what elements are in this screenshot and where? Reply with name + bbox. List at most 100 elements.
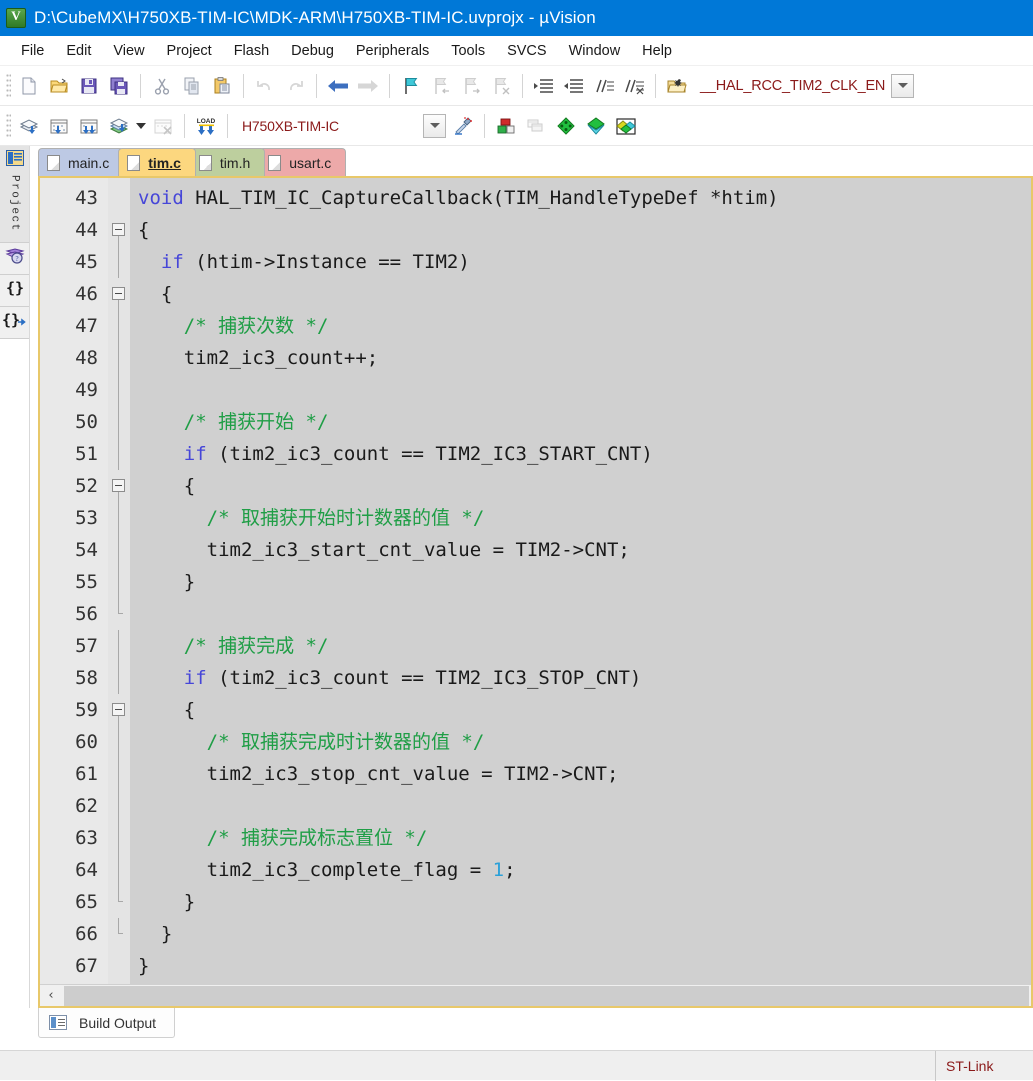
code-line[interactable]: if (tim2_ic3_count == TIM2_IC3_STOP_CNT) (130, 662, 1031, 694)
translate-icon[interactable] (14, 111, 44, 141)
target-options-icon[interactable] (448, 111, 478, 141)
code-line[interactable]: } (130, 886, 1031, 918)
tab-build-output[interactable]: Build Output (38, 1008, 175, 1038)
code-line[interactable]: { (130, 214, 1031, 246)
uncomment-icon[interactable] (619, 71, 649, 101)
toolbar-grip[interactable] (6, 73, 11, 99)
rebuild-all-icon[interactable] (74, 111, 104, 141)
comment-icon[interactable] (589, 71, 619, 101)
code-line[interactable]: tim2_ic3_complete_flag = 1; (130, 854, 1031, 886)
fold-marker[interactable] (108, 278, 130, 310)
previous-bookmark-icon[interactable] (426, 71, 456, 101)
line-number: 46 (40, 278, 108, 310)
navigate-back-icon[interactable] (323, 71, 353, 101)
tab-tim-c[interactable]: tim.c (118, 148, 196, 176)
code-text-area[interactable]: void HAL_TIM_IC_CaptureCallback(TIM_Hand… (130, 178, 1031, 984)
code-line[interactable]: void HAL_TIM_IC_CaptureCallback(TIM_Hand… (130, 182, 1031, 214)
target-combo[interactable]: H750XB-TIM-IC (238, 113, 448, 139)
open-file-icon[interactable] (44, 71, 74, 101)
tab-main-c[interactable]: main.c (38, 148, 124, 176)
code-line[interactable] (130, 790, 1031, 822)
code-line[interactable]: { (130, 278, 1031, 310)
chevron-down-icon[interactable] (423, 114, 446, 138)
code-line[interactable]: /* 捕获开始 */ (130, 406, 1031, 438)
menu-view[interactable]: View (102, 40, 155, 62)
line-number: 50 (40, 406, 108, 438)
cut-icon[interactable] (147, 71, 177, 101)
code-line[interactable]: } (130, 950, 1031, 982)
multi-project-icon[interactable] (521, 111, 551, 141)
pack-installer-icon[interactable] (551, 111, 581, 141)
redo-icon[interactable] (280, 71, 310, 101)
build-target-icon[interactable] (44, 111, 74, 141)
code-line[interactable]: if (htim->Instance == TIM2) (130, 246, 1031, 278)
undo-icon[interactable] (250, 71, 280, 101)
code-editor[interactable]: 4344454647484950515253545556575859606162… (38, 176, 1033, 1008)
indent-icon[interactable] (529, 71, 559, 101)
paste-icon[interactable] (207, 71, 237, 101)
next-bookmark-icon[interactable] (456, 71, 486, 101)
menu-debug[interactable]: Debug (280, 40, 345, 62)
menu-help[interactable]: Help (631, 40, 683, 62)
tab-tim-h[interactable]: tim.h (190, 148, 265, 176)
clear-bookmarks-icon[interactable] (486, 71, 516, 101)
code-line[interactable]: } (130, 566, 1031, 598)
code-line[interactable]: tim2_ic3_start_cnt_value = TIM2->CNT; (130, 534, 1031, 566)
code-line[interactable]: /* 捕获完成 */ (130, 630, 1031, 662)
sidebar-item-books[interactable]: ? (0, 243, 29, 275)
code-line[interactable]: tim2_ic3_stop_cnt_value = TIM2->CNT; (130, 758, 1031, 790)
menu-svcs[interactable]: SVCS (496, 40, 558, 62)
code-line[interactable]: /* 捕获次数 */ (130, 310, 1031, 342)
toggle-bookmark-icon[interactable] (396, 71, 426, 101)
download-icon[interactable]: LOAD (191, 111, 221, 141)
fold-marker[interactable] (108, 470, 130, 502)
code-line[interactable]: { (130, 694, 1031, 726)
menu-file[interactable]: File (10, 40, 55, 62)
manage-components-icon[interactable] (491, 111, 521, 141)
find-in-files-icon[interactable] (662, 71, 692, 101)
manage-run-env-icon[interactable] (581, 111, 611, 141)
code-line[interactable]: } (130, 918, 1031, 950)
scrollbar-thumb[interactable] (64, 986, 1029, 1006)
chevron-down-icon[interactable] (891, 74, 914, 98)
new-file-icon[interactable] (14, 71, 44, 101)
sidebar-item-templates[interactable]: {} (0, 307, 29, 339)
menu-window[interactable]: Window (558, 40, 632, 62)
save-icon[interactable] (74, 71, 104, 101)
fold-marker (108, 566, 130, 598)
menu-tools[interactable]: Tools (440, 40, 496, 62)
menu-edit[interactable]: Edit (55, 40, 102, 62)
scroll-left-arrow-icon[interactable]: ‹ (40, 986, 62, 1006)
menu-flash[interactable]: Flash (223, 40, 280, 62)
batch-build-dropdown-icon[interactable] (134, 111, 148, 141)
fold-marker[interactable] (108, 694, 130, 726)
outdent-icon[interactable] (559, 71, 589, 101)
code-line[interactable]: tim2_ic3_count++; (130, 342, 1031, 374)
code-folding-margin[interactable] (108, 178, 130, 984)
code-line[interactable]: /* 取捕获完成时计数器的值 */ (130, 726, 1031, 758)
menu-peripherals[interactable]: Peripherals (345, 40, 440, 62)
code-line[interactable] (130, 598, 1031, 630)
tab-usart-c[interactable]: usart.c (259, 148, 346, 176)
functions-icon: {} (5, 279, 25, 302)
save-all-icon[interactable] (104, 71, 134, 101)
search-combo[interactable]: __HAL_RCC_TIM2_CLK_EN (696, 73, 914, 99)
code-line[interactable]: /* 取捕获开始时计数器的值 */ (130, 502, 1031, 534)
code-line[interactable]: if (tim2_ic3_count == TIM2_IC3_START_CNT… (130, 438, 1031, 470)
toolbar-grip[interactable] (6, 113, 11, 139)
code-line[interactable]: /* 捕获完成标志置位 */ (130, 822, 1031, 854)
horizontal-scrollbar[interactable]: ‹ (40, 984, 1031, 1006)
stop-build-icon[interactable] (148, 111, 178, 141)
select-software-packs-icon[interactable] (611, 111, 641, 141)
fold-marker[interactable] (108, 214, 130, 246)
menu-project[interactable]: Project (156, 40, 223, 62)
copy-icon[interactable] (177, 71, 207, 101)
code-line[interactable] (130, 374, 1031, 406)
code-line[interactable]: { (130, 470, 1031, 502)
sidebar-item-functions[interactable]: {} (0, 275, 29, 307)
code-editor-body[interactable]: 4344454647484950515253545556575859606162… (40, 178, 1031, 984)
sidebar-item-project[interactable]: Project (0, 146, 29, 243)
batch-build-icon[interactable] (104, 111, 134, 141)
navigate-forward-icon[interactable] (353, 71, 383, 101)
fold-marker (108, 950, 130, 982)
